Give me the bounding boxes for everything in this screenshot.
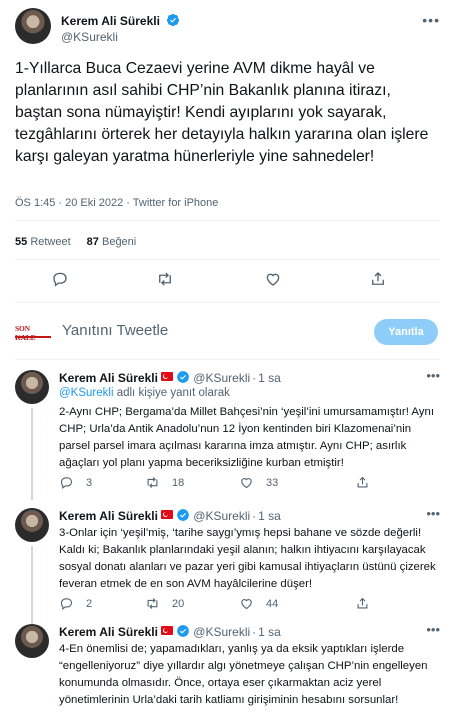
retweet-label: Retweet: [30, 236, 71, 248]
thread-line: [31, 408, 33, 500]
reply-header: Kerem Ali Sürekli @KSurekli · 1 sa: [59, 370, 281, 385]
main-tweet-actions: [15, 270, 440, 296]
reply-author-avatar[interactable]: [15, 508, 49, 542]
reply-to-suffix: adlı kişiye yanıt olarak: [116, 387, 230, 399]
reply-button[interactable]: Yanıtla: [374, 319, 438, 345]
like-label: Beğeni: [101, 236, 137, 248]
reply-text: 3-Onlar için ‘yeşil’miş, ‘tarihe saygı’y…: [59, 527, 436, 590]
reply-text: 4-En önemlisi de; yapamadıkları, yanlış …: [59, 643, 428, 706]
reply-header: Kerem Ali Sürekli @KSurekli · 1 sa: [59, 508, 281, 523]
retweet-count: 18: [172, 476, 185, 489]
author-avatar[interactable]: [15, 8, 51, 44]
more-options-icon[interactable]: •••: [426, 368, 440, 383]
reply-text: 2-Aynı CHP; Bergama’da Millet Bahçesi’ni…: [59, 406, 434, 469]
divider: [15, 220, 440, 221]
more-options-icon[interactable]: •••: [426, 622, 440, 637]
reply-author-name[interactable]: Kerem Ali Sürekli: [59, 625, 158, 639]
tweet-stats: 55 Retweet 87 Beğeni: [15, 236, 136, 248]
reply-time[interactable]: 1 sa: [258, 625, 281, 639]
share-action[interactable]: [355, 475, 370, 490]
divider: [15, 302, 440, 303]
reply-count: 3: [86, 476, 93, 489]
like-icon: [241, 478, 252, 489]
like-icon[interactable]: [264, 270, 282, 288]
author-name[interactable]: Kerem Ali Sürekli: [61, 14, 160, 28]
retweet-icon[interactable]: [156, 270, 174, 288]
reply-icon[interactable]: [51, 270, 69, 288]
like-count: 44: [266, 597, 279, 610]
tweet-text: 1-Yıllarca Buca Cezaevi yerine AVM dikme…: [15, 60, 429, 165]
reply-action[interactable]: 3: [59, 475, 92, 490]
reply-input[interactable]: Yanıtını Tweetle: [62, 322, 168, 339]
retweet-count: 20: [172, 597, 185, 610]
tweet-timestamp[interactable]: ÖS 1:45 · 20 Eki 2022 · Twitter for iPho…: [15, 197, 218, 209]
reply-icon: [60, 477, 73, 489]
more-options-icon[interactable]: •••: [426, 506, 440, 521]
more-options-icon[interactable]: •••: [422, 12, 440, 28]
like-icon: [241, 599, 252, 610]
reply-time[interactable]: 1 sa: [258, 371, 281, 385]
author-handle[interactable]: @KSurekli: [61, 30, 118, 44]
like-count: 33: [266, 476, 279, 489]
reply-action[interactable]: 2: [59, 596, 92, 611]
reply-author-avatar[interactable]: [15, 370, 49, 404]
retweet-count: 55: [15, 236, 28, 248]
reply-tweet[interactable]: Kerem Ali Sürekli @KSurekli · 1 sa ••• 4-E…: [15, 622, 440, 710]
reply-time[interactable]: 1 sa: [258, 509, 281, 523]
divider: [15, 359, 440, 360]
verified-badge-icon: [177, 509, 189, 521]
reply-author-avatar[interactable]: [15, 624, 49, 658]
reply-tweet[interactable]: Kerem Ali Sürekli @KSurekli · 1 sa ••• 3-O…: [15, 506, 440, 624]
like-count: 87: [86, 236, 99, 248]
reply-author-handle[interactable]: @KSurekli: [193, 371, 250, 385]
retweet-stat[interactable]: 55 Retweet: [15, 236, 71, 248]
retweet-icon: [147, 598, 158, 609]
verified-badge-icon: [167, 13, 180, 27]
separator-dot: ·: [252, 371, 257, 385]
separator-dot: ·: [252, 625, 257, 639]
reply-author-handle[interactable]: @KSurekli: [193, 509, 250, 523]
reply-icon: [60, 598, 73, 610]
thread-line: [31, 546, 33, 624]
reply-context: @KSurekli adlı kişiye yanıt olarak: [59, 387, 230, 399]
user-avatar-logo[interactable]: SON KALE: [15, 324, 51, 342]
reply-to-mention[interactable]: @KSurekli: [59, 387, 114, 399]
share-action[interactable]: [355, 596, 370, 611]
retweet-action[interactable]: 20: [145, 596, 184, 611]
reply-header: Kerem Ali Sürekli @KSurekli · 1 sa: [59, 624, 281, 639]
reply-author-name[interactable]: Kerem Ali Sürekli: [59, 509, 158, 523]
reply-author-handle[interactable]: @KSurekli: [193, 625, 250, 639]
share-icon: [357, 597, 368, 609]
reply-tweet[interactable]: Kerem Ali Sürekli @KSurekli · 1 sa ••• @KS…: [15, 368, 440, 500]
divider: [15, 259, 440, 260]
reply-author-name[interactable]: Kerem Ali Sürekli: [59, 371, 158, 385]
verified-badge-icon: [177, 625, 189, 637]
reply-count: 2: [86, 597, 93, 610]
retweet-icon: [147, 477, 158, 488]
reply-actions: 3 18 33: [59, 475, 399, 491]
share-icon: [357, 476, 368, 488]
author-name-line[interactable]: Kerem Ali Sürekli: [61, 13, 180, 28]
like-stat[interactable]: 87 Beğeni: [87, 236, 137, 248]
separator-dot: ·: [252, 509, 257, 523]
turkey-flag-icon: [160, 510, 173, 519]
like-action[interactable]: 33: [239, 475, 278, 490]
turkey-flag-icon: [160, 372, 173, 381]
main-tweet-header: Kerem Ali Sürekli @KSurekli •••: [15, 8, 440, 44]
reply-composer: SON KALE Yanıtını Tweetle Yanıtla: [0, 310, 453, 352]
like-action[interactable]: 44: [239, 596, 278, 611]
retweet-action[interactable]: 18: [145, 475, 184, 490]
turkey-flag-icon: [160, 626, 173, 635]
reply-actions: 2 20 44: [59, 596, 399, 612]
share-icon[interactable]: [369, 270, 387, 288]
verified-badge-icon: [177, 371, 189, 383]
